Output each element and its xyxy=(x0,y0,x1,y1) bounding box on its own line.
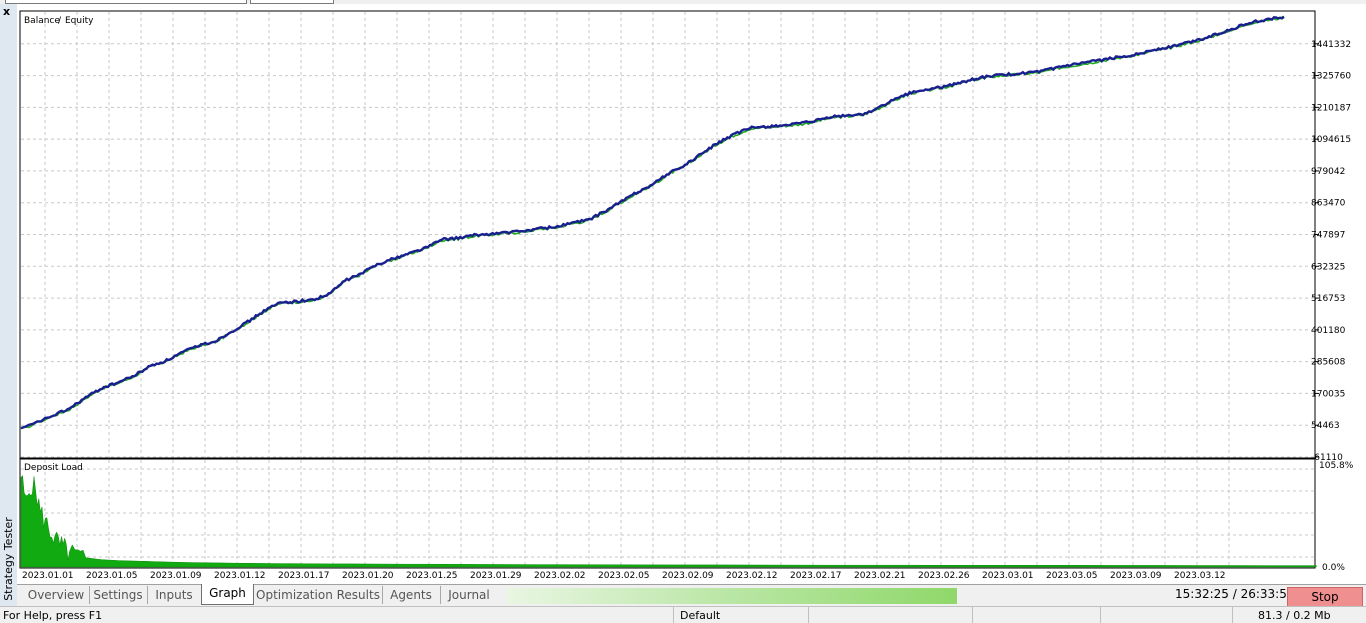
x-tick-label: 2023.03.05 xyxy=(1046,571,1098,581)
y-tick-label: 285608 xyxy=(1311,358,1346,368)
x-tick-label: 2023.01.01 xyxy=(22,571,74,581)
status-divider xyxy=(808,607,809,623)
legend-equity: Equity xyxy=(65,16,94,26)
x-tick-label: 2023.02.02 xyxy=(534,571,586,581)
x-tick-label: 2023.01.05 xyxy=(86,571,138,581)
x-tick-label: 2023.01.29 xyxy=(470,571,522,581)
y-tick-label: 401180 xyxy=(1311,326,1346,336)
balance-legend: Balance / Equity xyxy=(24,16,94,26)
close-icon[interactable]: x xyxy=(3,6,10,18)
balance-equity-chart: 1441332 1325760 1210187 1094615 979042 863470… xyxy=(19,10,1351,463)
chart-area: 1441332 1325760 1210187 1094615 979042 863470… xyxy=(17,4,1366,584)
legend-balance: Balance xyxy=(24,16,60,26)
status-profile: Default xyxy=(680,609,721,622)
x-tick-label: 2023.01.17 xyxy=(278,571,330,581)
tab-overview[interactable]: Overview xyxy=(23,586,90,604)
tab-bar: Overview Settings Inputs Graph Optimizat… xyxy=(17,584,1366,607)
deposit-load-title: Deposit Load xyxy=(24,463,83,473)
x-tick-label: 2023.03.01 xyxy=(982,571,1034,581)
status-bar: For Help, press F1 Default 81.3 / 0.2 Mb xyxy=(0,606,1366,623)
panel-title: Strategy Tester xyxy=(2,517,15,601)
status-help: For Help, press F1 xyxy=(3,609,103,622)
x-tick-label: 2023.02.17 xyxy=(790,571,842,581)
y-tick-label: 1094615 xyxy=(1311,135,1351,145)
x-tick-label: 2023.01.12 xyxy=(214,571,266,581)
x-tick-label: 2023.03.12 xyxy=(1174,571,1226,581)
x-tick-label: 2023.02.26 xyxy=(918,571,970,581)
y-tick-label: 1441332 xyxy=(1311,40,1351,50)
stop-button[interactable]: Stop xyxy=(1287,587,1363,607)
x-tick-label: 2023.02.21 xyxy=(854,571,906,581)
x-tick-label: 2023.01.20 xyxy=(342,571,394,581)
y-tick-label: 1325760 xyxy=(1311,72,1351,82)
tab-optimization-results[interactable]: Optimization Results xyxy=(254,586,383,604)
test-progress-bar xyxy=(506,588,957,604)
tab-inputs[interactable]: Inputs xyxy=(147,586,201,604)
tab-settings[interactable]: Settings xyxy=(89,586,148,604)
y-tick-label: 863470 xyxy=(1311,199,1346,209)
y-tick-label: 516753 xyxy=(1311,294,1345,304)
y-tick-label: 979042 xyxy=(1311,167,1345,177)
status-memory: 81.3 / 0.2 Mb xyxy=(1258,609,1331,622)
x-tick-label: 2023.02.09 xyxy=(662,571,714,581)
tab-journal[interactable]: Journal xyxy=(440,586,498,604)
y-tick-label: 632325 xyxy=(1311,262,1345,272)
strategy-tester-side-panel: x Strategy Tester xyxy=(0,4,18,606)
x-tick-label: 2023.01.09 xyxy=(150,571,202,581)
balance-y-axis: 1441332 1325760 1210187 1094615 979042 863470… xyxy=(1311,40,1351,463)
status-divider xyxy=(972,607,973,623)
x-tick-label: 2023.02.05 xyxy=(598,571,650,581)
status-divider xyxy=(1100,607,1101,623)
status-divider xyxy=(673,607,674,623)
y-tick-label: 170035 xyxy=(1311,389,1345,399)
deposit-load-min: 0.0% xyxy=(1322,563,1345,573)
x-tick-label: 2023.03.09 xyxy=(1110,571,1162,581)
y-tick-label: 1210187 xyxy=(1311,103,1351,113)
tab-agents[interactable]: Agents xyxy=(382,586,441,604)
y-tick-label: 747897 xyxy=(1311,231,1345,241)
x-tick-label: 2023.01.25 xyxy=(406,571,458,581)
deposit-load-chart: Deposit Load 105.8% 0.0% xyxy=(19,458,1354,573)
status-divider xyxy=(1232,607,1233,623)
y-tick-label: 54463 xyxy=(1311,421,1340,431)
x-tick-label: 2023.02.12 xyxy=(726,571,778,581)
tab-graph[interactable]: Graph xyxy=(201,584,254,605)
x-axis: 2023.01.01 2023.01.05 2023.01.09 2023.01.12… xyxy=(22,571,1226,581)
deposit-load-max: 105.8% xyxy=(1319,461,1354,471)
elapsed-time: 15:32:25 / 26:33:52 xyxy=(1175,587,1295,601)
charts-svg: 1441332 1325760 1210187 1094615 979042 863470… xyxy=(19,10,1354,581)
